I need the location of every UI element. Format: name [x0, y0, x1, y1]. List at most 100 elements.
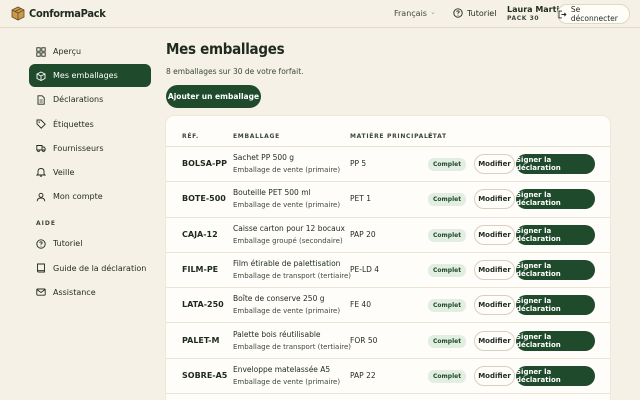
sidebar: Aperçu Mes emballages Déclarations Étiqu…: [29, 40, 151, 305]
row-ref: SOBRE-A5: [182, 370, 228, 380]
row-material: FOR 50: [350, 335, 378, 345]
row-packaging-type: Emballage de vente (primaire): [233, 201, 341, 210]
book-icon: [37, 263, 45, 273]
sidebar-item-mon-compte[interactable]: Mon compte: [29, 185, 151, 208]
help-circle-icon: [36, 239, 46, 249]
sidebar-item-label: Tutoriel: [53, 239, 83, 249]
user-icon: [36, 192, 46, 201]
sidebar-item-declarations[interactable]: Déclarations: [29, 88, 151, 111]
table-row: PALET-M Palette bois réutilisable Emballag…: [166, 324, 610, 359]
row-packaging-name: Palette bois réutilisable: [233, 329, 321, 339]
top-bar: ConformaPack Français ⌄ Tutoriel Laura M…: [0, 0, 640, 28]
sidebar-item-label: Déclarations: [53, 95, 104, 105]
sidebar-item-fournisseurs[interactable]: Fournisseurs: [29, 137, 151, 160]
sidebar-item-apercu[interactable]: Aperçu: [29, 40, 151, 63]
page-subtitle: 8 emballages sur 30 de votre forfait.: [166, 67, 304, 76]
edit-button[interactable]: Modifier: [474, 365, 515, 386]
sidebar-item-label: Mon compte: [53, 192, 103, 202]
status-badge: Complet: [428, 193, 467, 207]
box-logo-icon: [11, 6, 25, 21]
table-row: SOBRE-A5 Enveloppe matelassée A5 Emballage…: [166, 359, 610, 395]
tag-icon: [36, 119, 46, 129]
help-section-title: AIDE: [36, 220, 56, 227]
table-row: CAJA-12 Caisse carton pour 12 bocaux Embal…: [166, 218, 610, 253]
row-packaging-name: Sachet PP 500 g: [233, 153, 295, 162]
row-packaging-type: Emballage de transport (tertiaire): [233, 271, 352, 280]
chevron-down-icon[interactable]: ⌄: [430, 8, 436, 16]
edit-button[interactable]: Modifier: [474, 295, 515, 316]
status-badge: Complet: [428, 228, 467, 242]
sidebar-item-label: Veille: [53, 167, 75, 177]
row-packaging-name: Boîte de conserve 250 g: [233, 294, 325, 304]
row-packaging-type: Emballage de transport (tertiaire): [233, 342, 352, 351]
row-packaging-name: Caisse carton pour 12 bocaux: [233, 223, 345, 233]
header-material: MATIÈRE PRINCIPALE: [350, 133, 434, 140]
sign-declaration-button[interactable]: Signer la déclaration: [516, 189, 595, 210]
row-ref: PALET-M: [182, 335, 220, 345]
sign-declaration-button[interactable]: Signer la déclaration: [516, 365, 595, 386]
sidebar-item-label: Guide de la déclaration: [53, 263, 147, 273]
row-ref: LATA-250: [182, 300, 224, 310]
bell-icon: [36, 168, 46, 178]
sign-declaration-button[interactable]: Signer la déclaration: [516, 259, 595, 280]
app-name: ConformaPack: [29, 6, 106, 20]
logout-icon: [558, 10, 567, 18]
sidebar-item-label: Assistance: [53, 287, 96, 297]
row-packaging-type: Emballage de vente (primaire): [233, 377, 341, 386]
tutorial-link[interactable]: Tutoriel: [453, 8, 496, 18]
status-badge: Complet: [428, 369, 467, 383]
sign-declaration-button[interactable]: Signer la déclaration: [516, 330, 595, 351]
edit-button[interactable]: Modifier: [474, 224, 515, 245]
language-select[interactable]: Français: [394, 9, 427, 18]
row-material: PP 5: [350, 159, 367, 168]
row-packaging-type: Emballage de vente (primaire): [233, 166, 341, 174]
edit-button[interactable]: Modifier: [474, 259, 515, 280]
row-ref: BOTE-500: [182, 194, 226, 204]
sidebar-item-label: Aperçu: [53, 47, 82, 56]
row-material: PE-LD 4: [350, 264, 380, 274]
document-icon: [37, 95, 45, 105]
row-packaging-type: Emballage de vente (primaire): [233, 307, 341, 316]
edit-button[interactable]: Modifier: [474, 189, 515, 210]
row-material: PAP 22: [350, 370, 376, 380]
sign-declaration-button[interactable]: Signer la déclaration: [516, 224, 595, 245]
header-packaging: EMBALLAGE: [233, 133, 280, 140]
status-badge: Complet: [428, 299, 467, 313]
add-packaging-button[interactable]: Ajouter un emballage: [166, 85, 261, 108]
truck-icon: [36, 145, 46, 153]
status-badge: Complet: [428, 263, 467, 277]
status-badge: Complet: [428, 334, 467, 348]
row-ref: CAJA-12: [182, 229, 218, 239]
row-material: PET 1: [350, 194, 371, 204]
sidebar-item-label: Étiquettes: [53, 119, 94, 129]
logout-button[interactable]: Se déconnecter: [557, 4, 630, 24]
edit-button[interactable]: Modifier: [474, 154, 515, 174]
sidebar-item-veille[interactable]: Veille: [29, 161, 151, 184]
sign-declaration-button[interactable]: Signer la déclaration: [516, 154, 595, 174]
help-circle-icon: [453, 8, 463, 18]
header-status: ÉTAT: [428, 133, 447, 140]
table-row: LATA-250 Boîte de conserve 250 g Emballage…: [166, 288, 610, 324]
sidebar-item-tutoriel[interactable]: Tutoriel: [29, 232, 151, 255]
page-title: Mes emballages: [166, 40, 285, 58]
sidebar-item-mes-emballages[interactable]: Mes emballages: [29, 64, 151, 88]
edit-button[interactable]: Modifier: [474, 330, 515, 351]
sidebar-item-assistance[interactable]: Assistance: [29, 281, 151, 304]
row-packaging-name: Bouteille PET 500 ml: [233, 188, 311, 198]
sidebar-item-guide[interactable]: Guide de la déclaration: [29, 257, 151, 280]
row-ref: BOLSA-PP: [182, 159, 227, 168]
row-material: FE 40: [350, 300, 371, 310]
sign-declaration-button[interactable]: Signer la déclaration: [516, 295, 595, 316]
logout-label: Se déconnecter: [570, 5, 618, 23]
row-ref: FILM-PE: [182, 264, 219, 274]
sidebar-item-label: Fournisseurs: [53, 143, 104, 153]
tutorial-label: Tutoriel: [467, 8, 497, 18]
sidebar-item-etiquettes[interactable]: Étiquettes: [29, 113, 151, 136]
row-packaging-type: Emballage groupé (secondaire): [233, 236, 343, 245]
status-badge: Complet: [428, 158, 467, 171]
table-header: RÉF. EMBALLAGE MATIÈRE PRINCIPALE ÉTAT: [166, 116, 610, 147]
row-packaging-name: Enveloppe matelassée A5: [233, 364, 331, 374]
grid-icon: [36, 46, 46, 57]
box-icon: [36, 71, 46, 81]
logo[interactable]: ConformaPack: [10, 5, 106, 21]
